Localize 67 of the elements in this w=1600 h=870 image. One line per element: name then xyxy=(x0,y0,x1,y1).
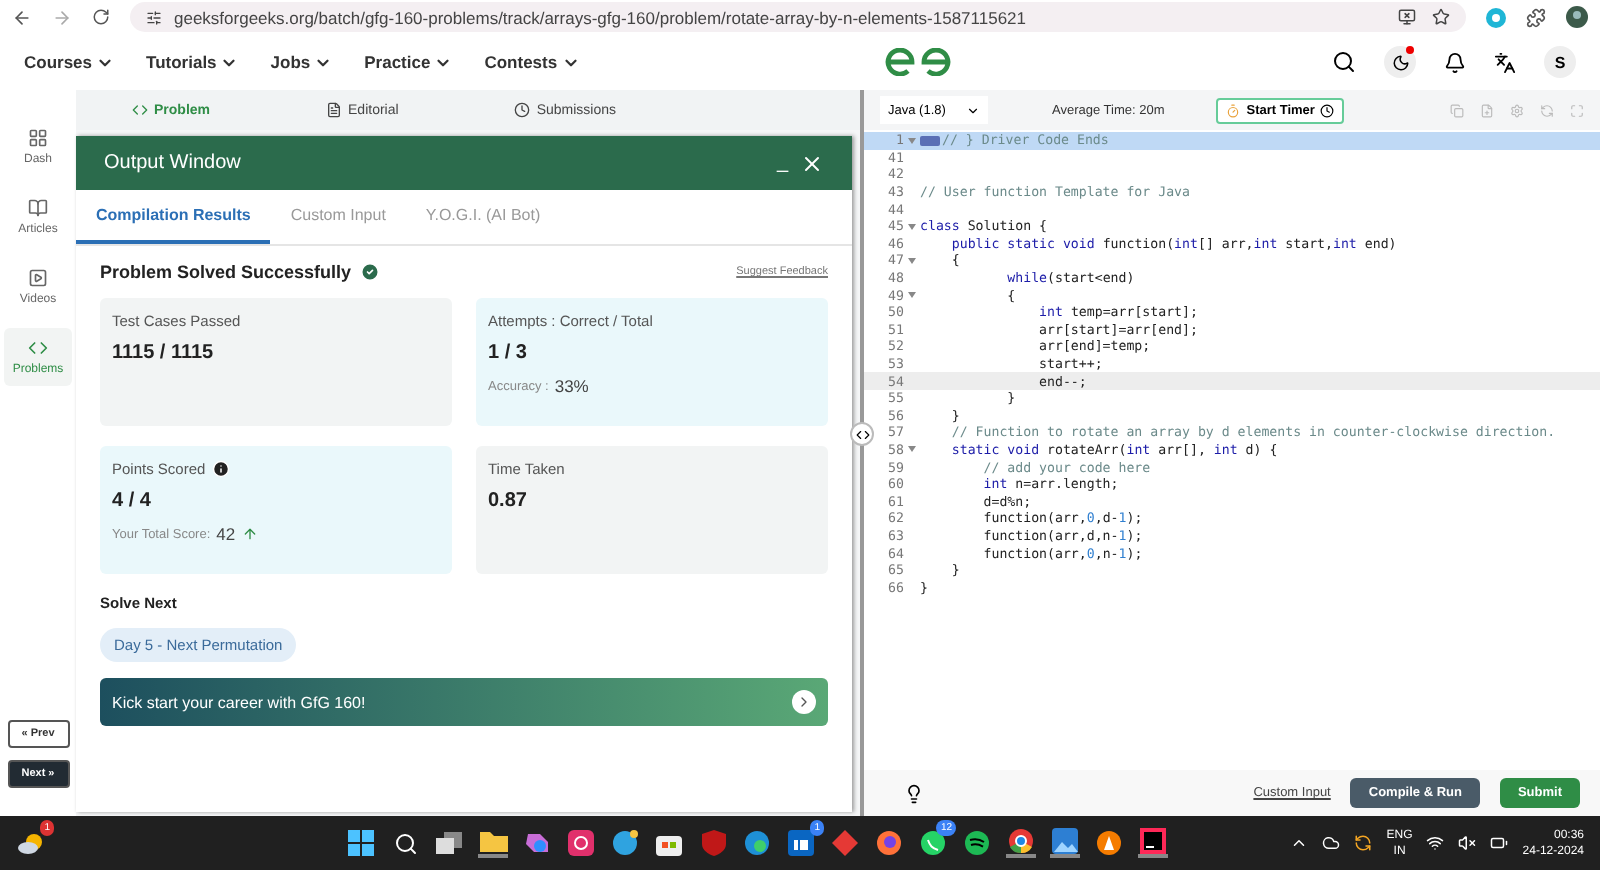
stat-value: 1 / 3 xyxy=(488,342,529,364)
shield-icon[interactable] xyxy=(698,828,728,858)
fold-caret-icon[interactable] xyxy=(908,257,916,264)
image-icon[interactable] xyxy=(1050,828,1080,858)
lightbulb-icon[interactable] xyxy=(904,783,924,803)
bookmark-star-icon[interactable] xyxy=(1432,8,1450,26)
grid-icon[interactable] xyxy=(28,128,48,148)
battery-icon[interactable] xyxy=(1490,834,1509,852)
info-icon[interactable] xyxy=(211,460,230,478)
reload-icon[interactable] xyxy=(92,8,110,26)
window-title: Output Window xyxy=(104,152,243,174)
result-tab[interactable]: Compilation Results xyxy=(76,190,271,244)
nav-menu[interactable]: Practice xyxy=(364,52,453,72)
translate-icon[interactable] xyxy=(1494,51,1516,73)
check-icon xyxy=(359,262,380,282)
site-settings-icon[interactable] xyxy=(146,9,162,25)
stat-value: 1115 / 1115 xyxy=(112,342,216,364)
code-editor-icon[interactable] xyxy=(1138,828,1168,858)
camera-icon[interactable] xyxy=(566,828,596,858)
sync-icon[interactable] xyxy=(1354,834,1373,852)
fold-marker-icon[interactable] xyxy=(920,135,940,146)
browser-icon[interactable] xyxy=(1006,828,1036,858)
document-icon[interactable] xyxy=(326,102,343,118)
bell-icon[interactable] xyxy=(1444,51,1466,73)
chevron-up-icon[interactable] xyxy=(1290,834,1309,852)
screen-icon[interactable] xyxy=(1398,8,1416,26)
diamond-icon[interactable] xyxy=(830,828,860,858)
wifi-icon[interactable] xyxy=(1426,834,1445,852)
moon-icon[interactable] xyxy=(1391,53,1409,71)
logo-icon[interactable] xyxy=(883,48,952,76)
sound-waves-icon[interactable] xyxy=(962,828,992,858)
minimize-button[interactable]: _ xyxy=(764,152,800,174)
clock-icon[interactable] xyxy=(514,102,531,118)
chevron-icon[interactable] xyxy=(792,690,816,714)
clock-icon[interactable] xyxy=(1320,103,1335,117)
url-text: geeksforgeeks.org/batch/gfg-160-problems/track/arrays-gfg-160/problem/rotate-array-by-n-elements-1587115621 xyxy=(174,7,1027,27)
stat-subvalue: 33% xyxy=(554,376,589,396)
windows-stack-icon[interactable] xyxy=(434,828,464,858)
address-bar[interactable]: geeksforgeeks.org/batch/gfg-160-problems/track/arrays-gfg-160/problem/rotate-array-by-n-elements-1587115621 xyxy=(130,2,1466,32)
fold-caret-icon[interactable] xyxy=(908,292,916,299)
caret-icon[interactable] xyxy=(966,103,980,117)
puzzle-icon[interactable] xyxy=(1526,7,1546,27)
stat-value: 4 / 4 xyxy=(112,490,153,512)
fold-caret-icon[interactable] xyxy=(908,446,916,453)
stat-value: 0.87 xyxy=(488,490,529,512)
fold-caret-icon[interactable] xyxy=(908,223,916,230)
close-icon[interactable] xyxy=(800,151,824,175)
banner-text: Kick start your career with GfG 160! xyxy=(112,693,366,711)
back-icon[interactable] xyxy=(12,7,32,27)
cloud-icon[interactable] xyxy=(1322,834,1341,852)
promo-banner[interactable]: Kick start your career with GfG 160! xyxy=(100,678,828,726)
mute-icon[interactable] xyxy=(1458,834,1477,852)
profile-icon[interactable] xyxy=(1566,6,1588,28)
play-icon[interactable] xyxy=(28,268,48,288)
code-icon[interactable] xyxy=(855,427,869,441)
nav-menu[interactable]: Courses xyxy=(24,52,115,72)
search-icon[interactable] xyxy=(390,828,420,858)
theme-toggle[interactable] xyxy=(1384,46,1416,78)
nav-menu[interactable]: Tutorials xyxy=(146,52,239,72)
status-title: Problem Solved Successfully xyxy=(100,262,352,282)
nav-menu[interactable]: Contests xyxy=(484,52,580,72)
stat-subvalue: 42 xyxy=(216,524,236,544)
search-icon[interactable] xyxy=(1332,50,1356,74)
book-icon[interactable] xyxy=(28,198,48,218)
folder-icon[interactable] xyxy=(478,828,508,858)
user-avatar[interactable]: S xyxy=(1544,46,1576,78)
nav-menu[interactable]: Jobs xyxy=(270,52,333,72)
